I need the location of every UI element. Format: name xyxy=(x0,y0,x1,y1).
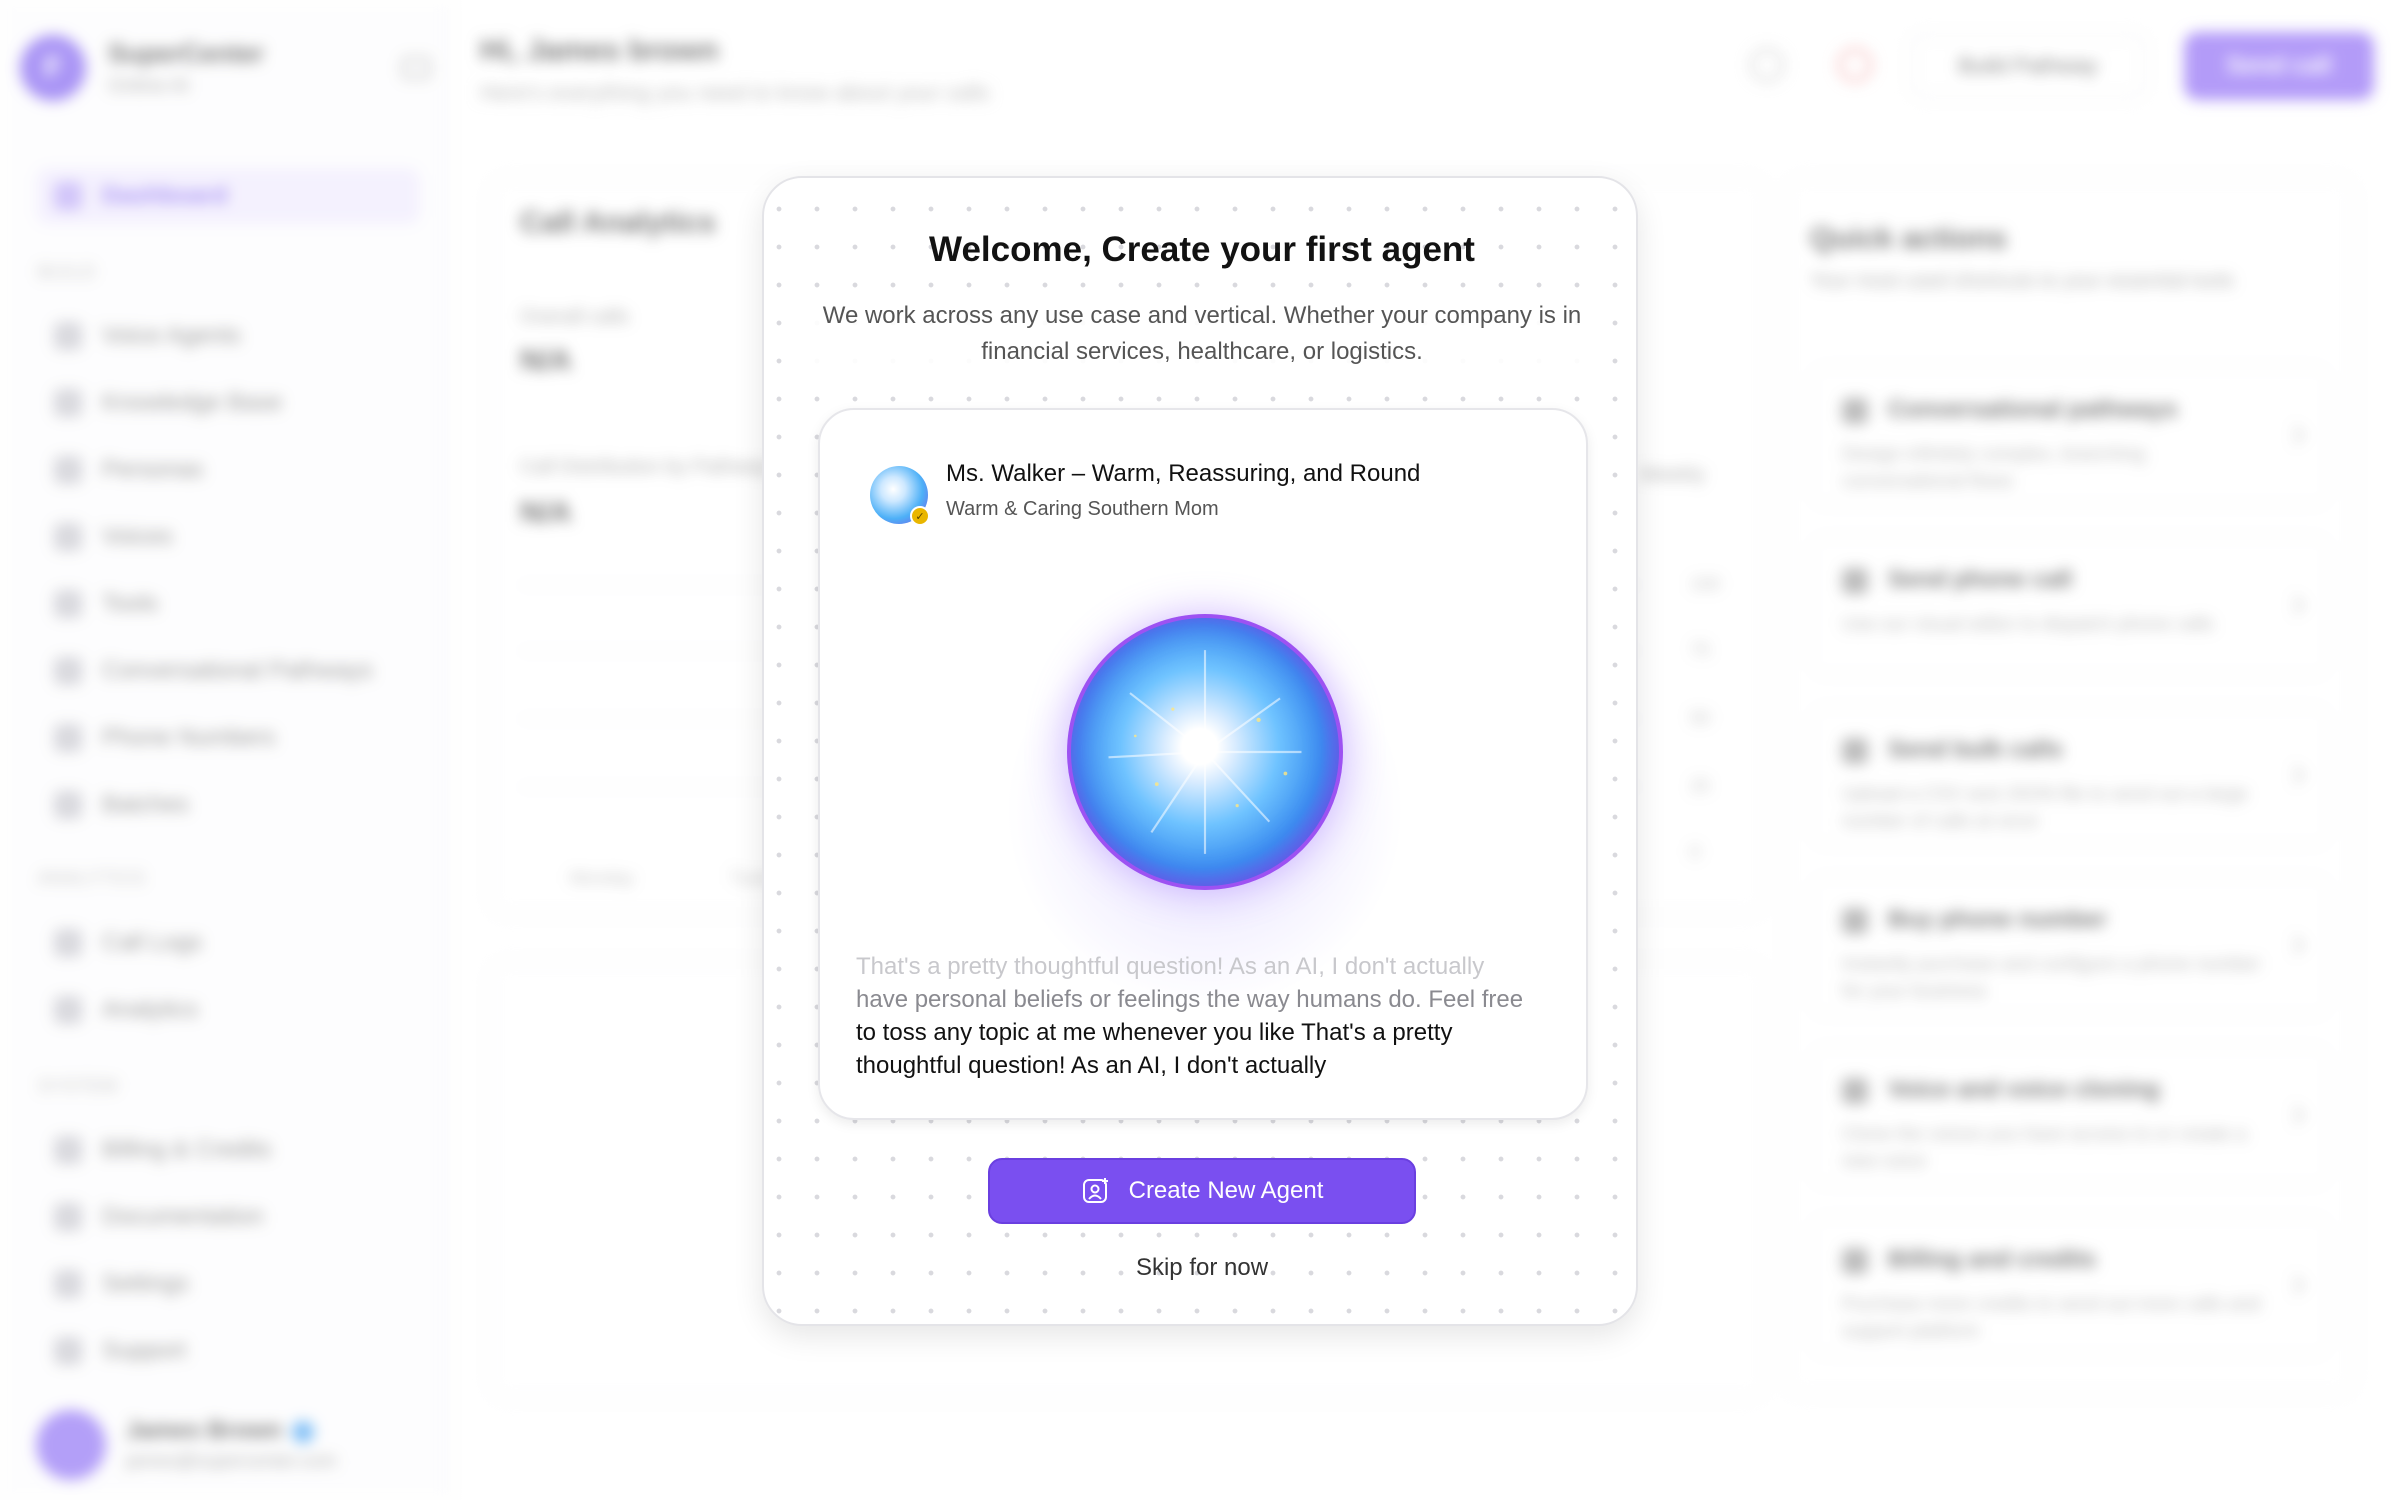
create-new-agent-button[interactable]: Create New Agent xyxy=(988,1158,1416,1224)
transcript-line: That's a pretty thoughtful question! As … xyxy=(856,953,1485,980)
transcript-line: to toss any topic at me whenever you lik… xyxy=(856,1019,1453,1046)
modal-description: We work across any use case and vertical… xyxy=(814,298,1590,370)
voice-orb xyxy=(1067,614,1343,890)
orb-rays xyxy=(1108,650,1302,854)
create-agent-modal: Welcome, Create your first agent We work… xyxy=(762,176,1638,1326)
add-agent-icon xyxy=(1082,1178,1108,1203)
create-button-label: Create New Agent xyxy=(1128,1177,1324,1204)
agent-avatar: ✓ xyxy=(870,466,930,526)
modal-title: Welcome, Create your first agent xyxy=(929,230,1475,269)
agent-preview-card: ✓ Ms. Walker – Warm, Reassuring, and Rou… xyxy=(818,408,1588,1120)
transcript-line: thoughtful question! As an AI, I don't a… xyxy=(856,1052,1327,1079)
skip-for-now-link[interactable]: Skip for now xyxy=(764,1254,1640,1282)
agent-name: Ms. Walker – Warm, Reassuring, and Round xyxy=(946,460,1421,487)
transcript-line: have personal beliefs or feelings the wa… xyxy=(856,986,1524,1013)
agent-transcript: That's a pretty thoughtful question! As … xyxy=(856,950,1556,1082)
check-badge-icon: ✓ xyxy=(910,506,930,526)
agent-subtitle: Warm & Caring Southern Mom xyxy=(946,498,1219,520)
